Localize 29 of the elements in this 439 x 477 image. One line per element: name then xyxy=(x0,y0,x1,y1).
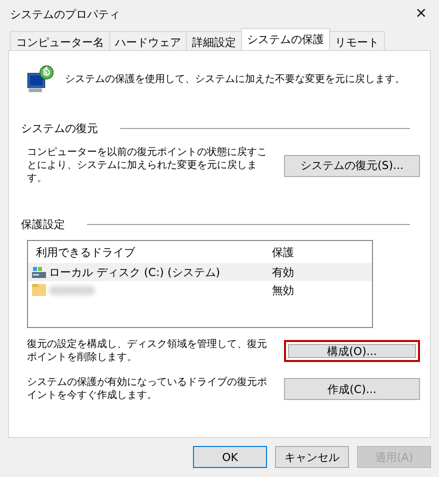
system-restore-button[interactable]: システムの復元(S)... xyxy=(284,154,420,176)
tab[interactable]: 詳細設定 xyxy=(186,31,242,50)
computer-icon xyxy=(25,64,55,94)
dialog-button[interactable]: キャンセル xyxy=(275,446,349,468)
close-button[interactable]: ✕ xyxy=(411,6,431,22)
action-button[interactable]: 構成(O)... xyxy=(284,340,420,362)
column-header[interactable]: 利用できるドライブ xyxy=(32,244,266,260)
drive-row[interactable]: ローカル ディスク (C:) (システム) 有効 xyxy=(28,263,372,281)
tab[interactable]: コンピューター名 xyxy=(10,31,110,50)
protection-status: 有効 xyxy=(271,264,294,280)
drive-icon xyxy=(32,266,46,278)
drive-name: ローカル ディスク (C:) (システム) xyxy=(49,264,220,280)
description-text: システムの保護が有効になっているドライブの復元ポイントを今すぐ作成します。 xyxy=(27,376,268,402)
window-title: システムのプロパティ xyxy=(9,6,120,22)
tab[interactable]: リモート xyxy=(329,31,385,50)
tab[interactable]: ハードウェア xyxy=(109,31,187,50)
dialog-button[interactable]: OK xyxy=(193,446,267,468)
drive-row[interactable]: 無効 xyxy=(28,281,372,299)
intro-text: システムの保護を使用して、システムに加えた不要な変更を元に戻します。 xyxy=(65,72,405,86)
blurred-name xyxy=(49,286,95,294)
description-text: コンピューターを以前の復元ポイントの状態に戻すことにより、システムに加えられた変更を元に戻します。 xyxy=(27,146,268,185)
folder-icon xyxy=(32,284,46,296)
tab[interactable]: システムの保護 xyxy=(241,28,330,50)
column-header[interactable]: 保護 xyxy=(266,244,294,260)
group-title: システムの復元 xyxy=(21,121,98,136)
action-button[interactable]: 作成(C)... xyxy=(284,378,420,400)
group-title: 保護設定 xyxy=(21,217,65,232)
description-text: 復元の設定を構成し、ディスク領域を管理して、復元ポイントを削除します。 xyxy=(27,338,268,364)
protection-status: 無効 xyxy=(271,282,294,298)
